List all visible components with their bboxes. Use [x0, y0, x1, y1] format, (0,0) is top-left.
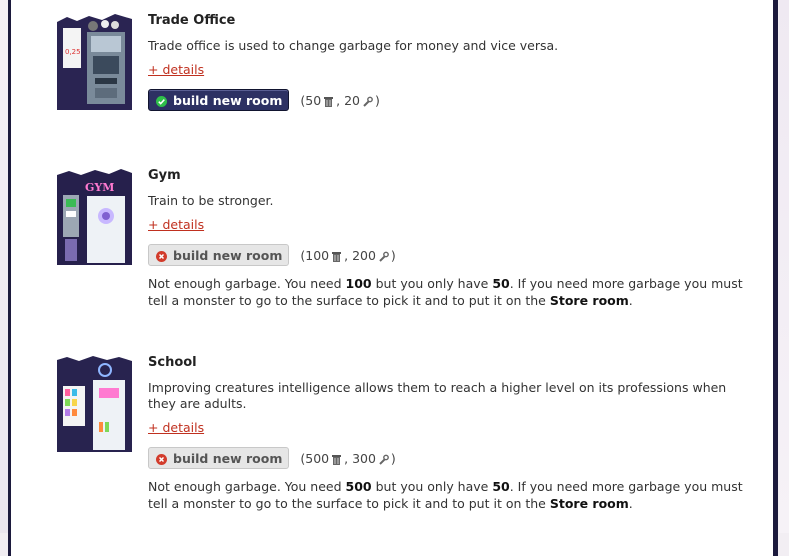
not-enough-garbage-warning: Not enough garbage. You need 100 but you…	[148, 275, 753, 309]
build-new-room-button[interactable]: build new room	[148, 447, 290, 469]
store-room-name: Store room	[549, 496, 629, 511]
trade-office-thumbnail: 0,25	[57, 14, 132, 110]
room-description: Improving creatures intelligence allows …	[148, 380, 727, 411]
background-right	[779, 0, 789, 533]
needed-amount: 500	[345, 479, 372, 494]
room-title: Trade Office	[148, 13, 236, 28]
warning-text: but you only have	[371, 276, 493, 291]
room-cost: (50 , 20 )	[300, 92, 380, 108]
build-line: build new room (50 , 20 )	[148, 88, 758, 112]
rooms-panel: 0,25 Trade Office Trade office is used t…	[8, 0, 778, 556]
room-description: Trade office is used to change garbage f…	[148, 38, 559, 53]
school-image	[57, 356, 132, 452]
gym-image: GYM	[57, 169, 132, 265]
warning-text: Not enough garbage. You need	[148, 276, 346, 291]
room-cost: (100 , 200 )	[300, 247, 396, 263]
warning-text: Not enough garbage. You need	[148, 479, 346, 494]
wrench-icon	[362, 95, 373, 107]
room-title: Gym	[148, 168, 181, 183]
needed-amount: 100	[345, 276, 372, 291]
warning-text: .	[628, 293, 633, 308]
not-enough-garbage-warning: Not enough garbage. You need 500 but you…	[148, 478, 753, 512]
cost-other: 200	[352, 247, 376, 263]
gym-thumbnail: GYM	[57, 169, 132, 265]
trash-bin-icon	[323, 95, 334, 107]
cost-other: 20	[344, 92, 361, 108]
build-button-label: build new room	[173, 247, 283, 263]
wrench-icon	[378, 453, 389, 465]
check-icon	[156, 95, 167, 107]
gym-sign: GYM	[85, 181, 114, 194]
build-button-label: build new room	[173, 92, 283, 108]
room-cost: (500 , 300 )	[300, 450, 396, 466]
trade-office-image: 0,25	[57, 14, 132, 110]
build-line: build new room (100 , 200 )	[148, 243, 758, 267]
price-text: 0,25	[65, 48, 81, 56]
warning-text: but you only have	[371, 479, 493, 494]
wrench-icon	[378, 250, 389, 262]
cross-icon	[156, 250, 167, 262]
build-line: build new room (500 , 300 )	[148, 446, 758, 470]
room-title: School	[148, 355, 197, 370]
room-description: Train to be stronger.	[148, 193, 274, 208]
available-amount: 50	[492, 276, 510, 291]
build-new-room-button[interactable]: build new room	[148, 89, 290, 111]
cross-icon	[156, 453, 167, 465]
details-link[interactable]: + details	[148, 218, 204, 232]
cost-garbage: 500	[305, 450, 330, 466]
store-room-name: Store room	[549, 293, 629, 308]
cost-garbage: 100	[305, 247, 330, 263]
details-link[interactable]: + details	[148, 63, 204, 77]
available-amount: 50	[492, 479, 510, 494]
cost-other: 300	[352, 450, 376, 466]
warning-text: .	[628, 496, 633, 511]
cost-garbage: 50	[305, 92, 322, 108]
school-thumbnail	[57, 356, 132, 452]
trash-bin-icon	[331, 250, 342, 262]
details-link[interactable]: + details	[148, 421, 204, 435]
build-button-label: build new room	[173, 450, 283, 466]
build-new-room-button[interactable]: build new room	[148, 244, 290, 266]
trash-bin-icon	[331, 453, 342, 465]
